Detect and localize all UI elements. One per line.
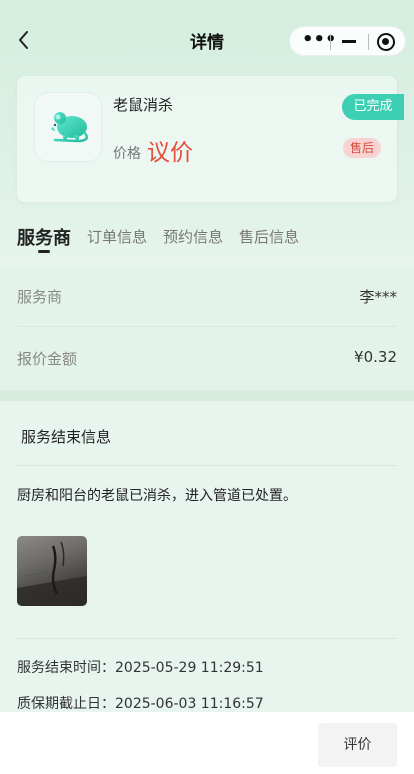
navigation-bar: 详情 •••	[0, 18, 414, 62]
service-end-title: 服务结束信息	[21, 428, 112, 446]
service-card: 老鼠消杀 价格 议价 已完成 售后	[17, 76, 404, 202]
price-label: 价格	[113, 146, 141, 162]
detail-tabs: 服务商 订单信息 预约信息 售后信息	[17, 224, 397, 256]
service-name: 老鼠消杀	[113, 96, 174, 114]
warranty-end-date: 质保期截止日：2025-06-03 11:16:57	[17, 696, 264, 712]
after-sale-badge[interactable]: 售后	[343, 138, 381, 158]
quote-amount-row: 报价金额 ¥0.32	[17, 328, 397, 388]
service-thumbnail	[34, 92, 102, 162]
mouse-icon	[51, 112, 88, 143]
row-divider	[17, 638, 397, 639]
provider-section: 服务商 李*** 报价金额 ¥0.32	[0, 266, 414, 390]
service-end-section: 服务结束信息 厨房和阳台的老鼠已消杀，进入管道已处置。 服务结束时间：2025-…	[0, 401, 414, 723]
bottom-bar: 评价	[0, 712, 414, 774]
service-end-description: 厨房和阳台的老鼠已消杀，进入管道已处置。	[17, 488, 297, 504]
service-end-time: 服务结束时间：2025-05-29 11:29:51	[17, 660, 264, 676]
capsule-divider	[330, 34, 331, 50]
tab-order-info[interactable]: 订单信息	[87, 226, 147, 247]
status-badge: 已完成	[342, 94, 404, 120]
row-divider	[17, 465, 397, 466]
mini-program-capsule: •••	[289, 26, 406, 56]
row-divider	[17, 326, 397, 327]
price-value: 议价	[147, 140, 193, 166]
service-photo[interactable]	[17, 536, 87, 606]
target-icon[interactable]	[377, 33, 395, 51]
active-tab-indicator	[38, 250, 50, 253]
section-gap	[0, 390, 414, 401]
provider-label: 服务商	[17, 288, 63, 306]
tab-provider[interactable]: 服务商	[17, 224, 71, 250]
minimize-icon[interactable]	[342, 40, 356, 43]
rate-button[interactable]: 评价	[318, 723, 397, 767]
capsule-divider	[368, 34, 369, 50]
quote-amount-value: ¥0.32	[354, 348, 397, 366]
quote-amount-label: 报价金额	[17, 350, 78, 368]
tab-appointment-info[interactable]: 预约信息	[163, 226, 223, 247]
provider-row: 服务商 李***	[17, 266, 397, 326]
photo-content	[17, 541, 87, 606]
tab-after-sale-info[interactable]: 售后信息	[239, 226, 299, 247]
provider-value: 李***	[359, 288, 397, 306]
more-dots-icon[interactable]: •••	[302, 27, 337, 55]
